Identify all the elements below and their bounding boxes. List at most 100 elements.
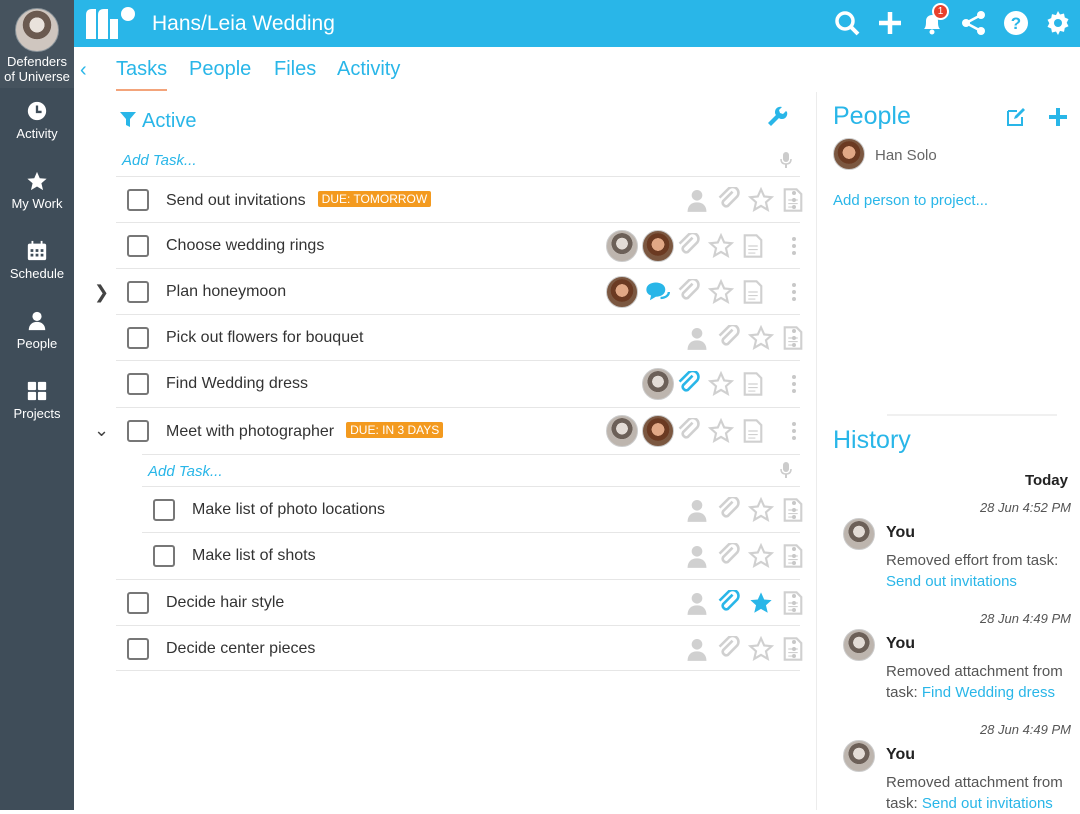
more-icon[interactable] — [792, 237, 796, 255]
assignee-icon[interactable] — [684, 497, 710, 523]
task-row[interactable]: Send out invitations DUE: TOMORROW — [116, 176, 803, 222]
svg-text:?: ? — [1011, 14, 1021, 33]
assignee-icon[interactable] — [684, 543, 710, 569]
task-row[interactable]: ❯ Plan honeymoon — [94, 268, 800, 314]
task-checkbox[interactable] — [127, 373, 149, 395]
task-row[interactable]: Pick out flowers for bouquet — [116, 314, 803, 360]
task-row[interactable]: ⌄ Meet with photographer DUE: IN 3 DAYS — [94, 407, 800, 453]
avatar[interactable] — [606, 276, 638, 308]
more-icon[interactable] — [792, 422, 796, 440]
add-subtask-input[interactable]: Add Task... — [148, 463, 223, 480]
attachment-icon[interactable] — [676, 418, 702, 444]
nav-projects[interactable]: Projects — [0, 368, 74, 438]
attachment-icon[interactable] — [676, 233, 702, 259]
task-checkbox[interactable] — [127, 592, 149, 614]
star-outline-icon[interactable] — [748, 636, 774, 662]
team-switcher[interactable]: Defenders of Universe — [0, 0, 74, 88]
attachment-icon[interactable] — [716, 497, 742, 523]
attachment-icon[interactable] — [676, 279, 702, 305]
more-icon[interactable] — [792, 501, 796, 519]
app-logo[interactable] — [84, 5, 136, 41]
more-icon[interactable] — [792, 547, 796, 565]
notes-icon[interactable] — [740, 279, 766, 305]
nav-people[interactable]: People — [0, 298, 74, 368]
nav-activity[interactable]: Activity — [0, 88, 74, 158]
task-checkbox[interactable] — [127, 638, 149, 660]
star-outline-icon[interactable] — [708, 233, 734, 259]
attachment-icon[interactable] — [716, 543, 742, 569]
task-checkbox[interactable] — [127, 327, 149, 349]
help-button[interactable]: ? — [1003, 10, 1029, 36]
edit-icon[interactable] — [1005, 106, 1027, 128]
assignee-icon[interactable] — [684, 590, 710, 616]
comments-icon[interactable] — [644, 279, 670, 305]
task-row[interactable]: Find Wedding dress — [116, 360, 800, 406]
filter-dropdown[interactable]: Active — [120, 110, 196, 133]
notes-icon[interactable] — [740, 233, 766, 259]
nav-schedule[interactable]: Schedule — [0, 228, 74, 298]
task-row[interactable]: Decide center pieces — [116, 625, 803, 671]
star-outline-icon[interactable] — [748, 497, 774, 523]
attachment-icon[interactable] — [716, 590, 742, 616]
star-outline-icon[interactable] — [708, 279, 734, 305]
task-checkbox[interactable] — [153, 545, 175, 567]
attachment-icon[interactable] — [716, 636, 742, 662]
avatar[interactable] — [606, 230, 638, 262]
task-checkbox[interactable] — [127, 281, 149, 303]
microphone-icon[interactable] — [780, 462, 792, 478]
star-outline-icon[interactable] — [748, 187, 774, 213]
star-outline-icon[interactable] — [708, 418, 734, 444]
notes-icon[interactable] — [740, 418, 766, 444]
task-row[interactable]: Choose wedding rings — [116, 222, 800, 268]
history-task-link[interactable]: Find Wedding dress — [922, 684, 1055, 701]
more-icon[interactable] — [792, 640, 796, 658]
notifications-button[interactable]: 1 — [919, 3, 949, 36]
tab-files[interactable]: Files — [274, 58, 316, 81]
add-button[interactable] — [877, 10, 903, 36]
attachment-icon[interactable] — [716, 325, 742, 351]
avatar[interactable] — [642, 230, 674, 262]
back-button[interactable]: ‹ — [80, 59, 87, 82]
wrench-icon[interactable] — [766, 106, 788, 128]
more-icon[interactable] — [792, 283, 796, 301]
chevron-right-icon[interactable]: ❯ — [94, 282, 109, 303]
search-button[interactable] — [834, 10, 860, 36]
history-task-link[interactable]: Send out invitations — [886, 573, 1017, 590]
task-checkbox[interactable] — [127, 420, 149, 442]
task-checkbox[interactable] — [153, 499, 175, 521]
microphone-icon[interactable] — [780, 152, 792, 168]
tab-people[interactable]: People — [189, 58, 251, 81]
star-outline-icon[interactable] — [748, 325, 774, 351]
star-outline-icon[interactable] — [748, 543, 774, 569]
share-button[interactable] — [961, 10, 987, 36]
task-row[interactable]: Decide hair style — [116, 579, 803, 625]
subtask-row[interactable]: Make list of photo locations — [142, 486, 803, 532]
attachment-icon[interactable] — [676, 371, 702, 397]
assignee-icon[interactable] — [684, 636, 710, 662]
task-checkbox[interactable] — [127, 189, 149, 211]
tab-tasks[interactable]: Tasks — [116, 58, 168, 91]
assignee-icon[interactable] — [684, 325, 710, 351]
avatar[interactable] — [642, 415, 674, 447]
history-task-link[interactable]: Send out invitations — [922, 795, 1053, 812]
subtask-row[interactable]: Make list of shots — [142, 532, 803, 578]
chevron-down-icon[interactable]: ⌄ — [94, 420, 109, 441]
avatar[interactable] — [606, 415, 638, 447]
more-icon[interactable] — [792, 329, 796, 347]
more-icon[interactable] — [792, 191, 796, 209]
plus-icon[interactable] — [1047, 106, 1069, 128]
star-outline-icon[interactable] — [708, 371, 734, 397]
star-filled-icon[interactable] — [748, 590, 774, 616]
assignee-icon[interactable] — [684, 187, 710, 213]
add-task-input[interactable]: Add Task... — [122, 152, 197, 169]
add-person-link[interactable]: Add person to project... — [833, 192, 988, 209]
settings-button[interactable] — [1045, 10, 1071, 36]
more-icon[interactable] — [792, 375, 796, 393]
tab-activity[interactable]: Activity — [337, 58, 400, 81]
more-icon[interactable] — [792, 594, 796, 612]
task-checkbox[interactable] — [127, 235, 149, 257]
nav-my-work[interactable]: My Work — [0, 158, 74, 228]
notes-icon[interactable] — [740, 371, 766, 397]
avatar[interactable] — [642, 368, 674, 400]
attachment-icon[interactable] — [716, 187, 742, 213]
